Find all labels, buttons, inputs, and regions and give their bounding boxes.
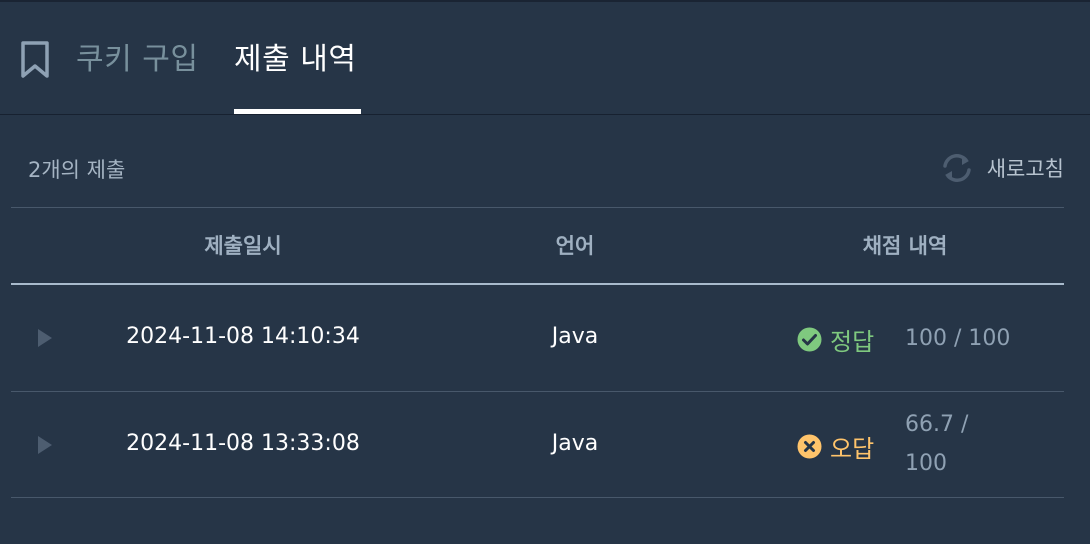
submission-language: Java [551,324,599,349]
refresh-label: 새로고침 [986,157,1064,181]
score-line: 100 / 100 [905,326,1011,351]
row-divider [11,497,1064,498]
row-divider [11,391,1064,392]
refresh-button[interactable]: 새로고침 [939,152,1064,184]
expand-arrow-icon[interactable] [37,328,53,348]
tab-buy-cookie[interactable]: 쿠키 구입 [76,34,198,78]
header-language: 언어 [555,234,595,258]
header-grading: 채점 내역 [862,234,948,258]
submission-datetime: 2024-11-08 13:33:08 [126,431,360,456]
result-badge-wrong: 오답 [797,429,874,464]
tab-submission-history[interactable]: 제출 내역 [234,34,356,78]
expand-arrow-icon[interactable] [37,435,53,455]
table-header-divider [11,283,1064,285]
submission-language: Java [551,431,599,456]
tab-bar: 쿠키 구입 제출 내역 [0,2,1090,115]
result-badge-correct: 정답 [797,322,874,357]
check-circle-icon [797,327,822,352]
active-tab-indicator [234,109,361,114]
submission-datetime: 2024-11-08 14:10:34 [126,324,360,349]
result-label: 정답 [830,328,875,356]
submissions-panel: 쿠키 구입 제출 내역 2개의 제출 새로고침 제출일시 언어 채점 내역 20… [0,0,1090,544]
score: 100 / 100 [905,319,1010,358]
refresh-icon [939,152,975,184]
header-submitted-at: 제출일시 [204,234,282,258]
bookmark-icon[interactable] [18,40,52,80]
table-top-divider [11,207,1064,208]
result-label: 오답 [830,435,875,463]
score-line: 100 [905,451,947,476]
submission-count: 2개의 제출 [28,158,126,182]
score: 66.7 / 100 [905,405,968,483]
x-circle-icon [797,434,822,459]
score-line: 66.7 / [905,412,969,437]
